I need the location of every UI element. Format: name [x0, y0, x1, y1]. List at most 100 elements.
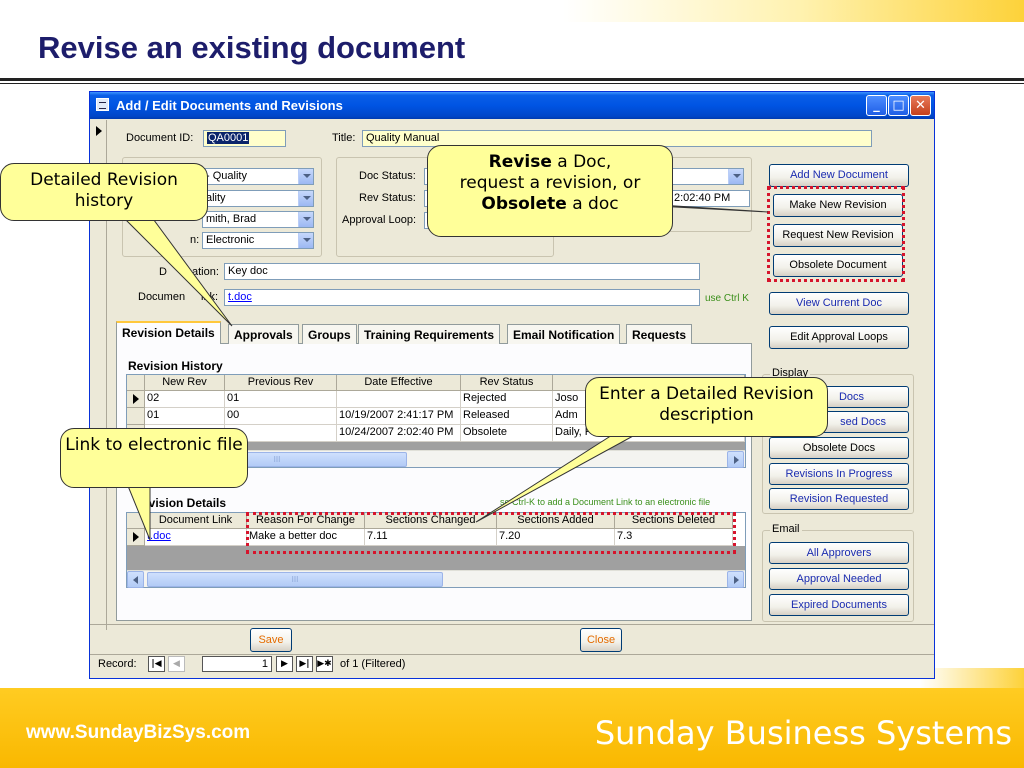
window-title: Add / Edit Documents and Revisions [116, 98, 343, 113]
description-field[interactable]: Key doc [224, 263, 700, 280]
close-button[interactable]: Close [580, 628, 622, 652]
row-selector[interactable] [127, 408, 145, 425]
category-combo[interactable]: ality [202, 190, 314, 207]
document-id-value: QA0001 [207, 132, 250, 144]
doc-status-label: Doc Status: [359, 170, 416, 182]
record-label: Record: [98, 658, 137, 670]
tab-approvals[interactable]: Approvals [228, 324, 299, 344]
details-horizontal-scrollbar[interactable]: III [127, 570, 745, 588]
detailed-revision-callout: Detailed Revision history [0, 163, 208, 221]
col-previous-rev[interactable]: Previous Rev [225, 375, 337, 391]
approval-needed-button[interactable]: Approval Needed [769, 568, 909, 590]
col-new-rev[interactable]: New Rev [145, 375, 225, 391]
obsolete-docs-button[interactable]: Obsolete Docs [769, 437, 909, 459]
chevron-down-icon[interactable] [298, 212, 313, 227]
revise-buttons-highlight [767, 186, 905, 282]
record-number-field[interactable]: 1 [202, 656, 272, 672]
last-record-icon[interactable]: ▶| [296, 656, 313, 672]
table-cell[interactable]: 01 [225, 391, 337, 408]
table-cell[interactable]: 10/19/2007 2:41:17 PM [337, 408, 461, 425]
use-ctrl-k-hint: use Ctrl K [705, 293, 749, 304]
date-time-field[interactable]: 2:02:40 PM [670, 190, 750, 207]
link-file-callout: Link to electronic file [60, 428, 248, 488]
col-date-effective[interactable]: Date Effective [337, 375, 461, 391]
expired-documents-button[interactable]: Expired Documents [769, 594, 909, 616]
detailed-description-callout: Enter a Detailed Revision description [585, 377, 828, 437]
tab-revision-details[interactable]: Revision Details [116, 321, 221, 344]
document-link-cell[interactable]: t.doc [145, 529, 247, 546]
footer-url: www.SundayBizSys.com [26, 722, 251, 743]
description-label: ation: [192, 266, 219, 278]
revision-details-highlight [246, 512, 736, 554]
email-group-label: Email [770, 523, 802, 535]
new-record-icon[interactable]: ▶✱ [316, 656, 333, 672]
chevron-down-icon[interactable] [298, 191, 313, 206]
grid-corner [127, 513, 145, 529]
chevron-down-icon[interactable] [298, 169, 313, 184]
tab-groups[interactable]: Groups [302, 324, 357, 344]
table-cell[interactable]: 02 [145, 391, 225, 408]
title-label: Title: [332, 132, 356, 144]
table-cell[interactable]: Obsolete [461, 425, 553, 442]
footer-bar: www.SundayBizSys.com Sunday Business Sys… [0, 688, 1024, 768]
record-navigator: |◀ ◀ 1 ▶ ▶| ▶✱ of 1 (Filtered) [148, 656, 408, 672]
form-icon [96, 98, 109, 111]
add-new-document-button[interactable]: Add New Document [769, 164, 909, 187]
document-link-label-head: Documen [138, 291, 186, 303]
obsolete-bold-text: Obsolete [481, 194, 567, 214]
title-rule [0, 78, 1024, 81]
revision-requested-button[interactable]: Revision Requested [769, 488, 909, 510]
edit-approval-loops-button[interactable]: Edit Approval Loops [769, 326, 909, 349]
table-cell[interactable] [337, 391, 461, 408]
owner-combo[interactable]: mith, Brad [202, 211, 314, 228]
scroll-right-icon[interactable] [727, 451, 744, 468]
tab-email-notification[interactable]: Email Notification [507, 324, 621, 344]
col-document-link[interactable]: Document Link [145, 513, 247, 529]
row-selector[interactable] [127, 529, 145, 546]
grid-corner [127, 375, 145, 391]
revision-details-heading: evision Details [142, 496, 227, 510]
col-rev-status[interactable]: Rev Status [461, 375, 553, 391]
revisions-in-progress-button[interactable]: Revisions In Progress [769, 463, 909, 485]
row-selector[interactable] [127, 391, 145, 408]
previous-record-icon[interactable]: ◀ [168, 656, 185, 672]
save-button[interactable]: Save [250, 628, 292, 652]
view-current-doc-button[interactable]: View Current Doc [769, 292, 909, 315]
title-rule-thin [0, 83, 1024, 84]
table-cell[interactable]: Released [461, 408, 553, 425]
table-cell[interactable]: 01 [145, 408, 225, 425]
tab-requests[interactable]: Requests [626, 324, 693, 344]
format-combo[interactable]: Electronic [202, 232, 314, 249]
maximize-button[interactable]: □ [888, 95, 909, 116]
top-gradient-band [0, 0, 1024, 22]
date-combo[interactable] [670, 168, 744, 185]
minimize-button[interactable]: _ [866, 95, 887, 116]
table-cell[interactable]: 10/24/2007 2:02:40 PM [337, 425, 461, 442]
document-link-field[interactable]: t.doc [224, 289, 700, 306]
revision-history-heading: Revision History [128, 359, 223, 373]
chevron-down-icon[interactable] [728, 169, 743, 184]
all-approvers-button[interactable]: All Approvers [769, 542, 909, 564]
first-record-icon[interactable]: |◀ [148, 656, 165, 672]
chevron-down-icon[interactable] [298, 233, 313, 248]
department-combo[interactable]: - Quality [202, 168, 314, 185]
table-cell[interactable]: Rejected [461, 391, 553, 408]
close-window-button[interactable]: ✕ [910, 95, 931, 116]
format-label: n: [190, 234, 200, 246]
next-record-icon[interactable]: ▶ [276, 656, 293, 672]
document-id-label: Document ID: [126, 132, 194, 144]
window-titlebar[interactable]: Add / Edit Documents and Revisions _ □ ✕ [90, 92, 934, 119]
document-id-field[interactable]: QA0001 [203, 130, 286, 147]
tab-training-requirements[interactable]: Training Requirements [358, 324, 501, 344]
category-value: ality [206, 192, 226, 204]
revise-callout: Revise a Doc, request a revision, or Obs… [427, 145, 673, 237]
table-cell[interactable]: 00 [225, 408, 337, 425]
slide-title: Revise an existing document [38, 30, 466, 65]
ctrl-k-note: se Ctrl-K to add a Document Link to an e… [500, 497, 711, 507]
scroll-left-icon[interactable] [127, 571, 144, 588]
scroll-thumb[interactable]: III [147, 572, 443, 587]
footer-divider [90, 624, 934, 625]
scroll-right-icon[interactable] [727, 571, 744, 588]
record-count: of 1 (Filtered) [340, 658, 406, 670]
request-revision-text: request a revision, or [459, 173, 641, 193]
